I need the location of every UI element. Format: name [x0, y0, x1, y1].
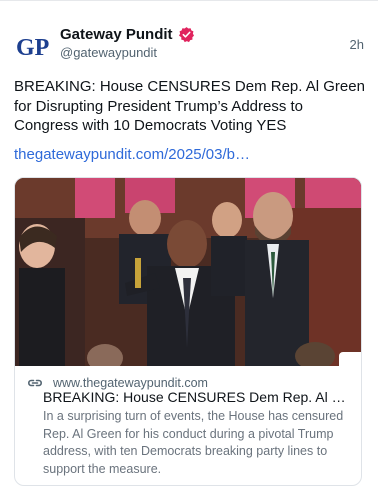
- svg-text:GP: GP: [16, 35, 49, 61]
- avatar[interactable]: GP: [14, 28, 50, 64]
- top-divider: [0, 0, 378, 1]
- expand-image-button[interactable]: [339, 352, 361, 368]
- post-time[interactable]: 2h: [350, 37, 364, 52]
- author-row: Gateway Pundit: [60, 26, 195, 43]
- card-description: In a surprising turn of events, the Hous…: [43, 409, 344, 476]
- card-title: BREAKING: House CENSURES Dem Rep. Al Gre…: [43, 389, 353, 405]
- preview-photo: [15, 178, 361, 366]
- card-domain: www.thegatewaypundit.com: [53, 376, 208, 390]
- author-handle[interactable]: @gatewaypundit: [60, 45, 157, 60]
- gateway-pundit-logo-icon: GP: [16, 35, 49, 61]
- card-meta: www.thegatewaypundit.com: [27, 376, 351, 390]
- post-link[interactable]: thegatewaypundit.com/2025/03/b…: [14, 146, 250, 163]
- post-text: BREAKING: House CENSURES Dem Rep. Al Gre…: [14, 78, 365, 134]
- verified-badge-icon: [178, 27, 194, 43]
- author-name[interactable]: Gateway Pundit: [60, 26, 173, 43]
- link-icon: [28, 379, 42, 387]
- link-preview-card[interactable]: www.thegatewaypundit.com BREAKING: House…: [14, 177, 362, 486]
- preview-image[interactable]: [15, 178, 361, 366]
